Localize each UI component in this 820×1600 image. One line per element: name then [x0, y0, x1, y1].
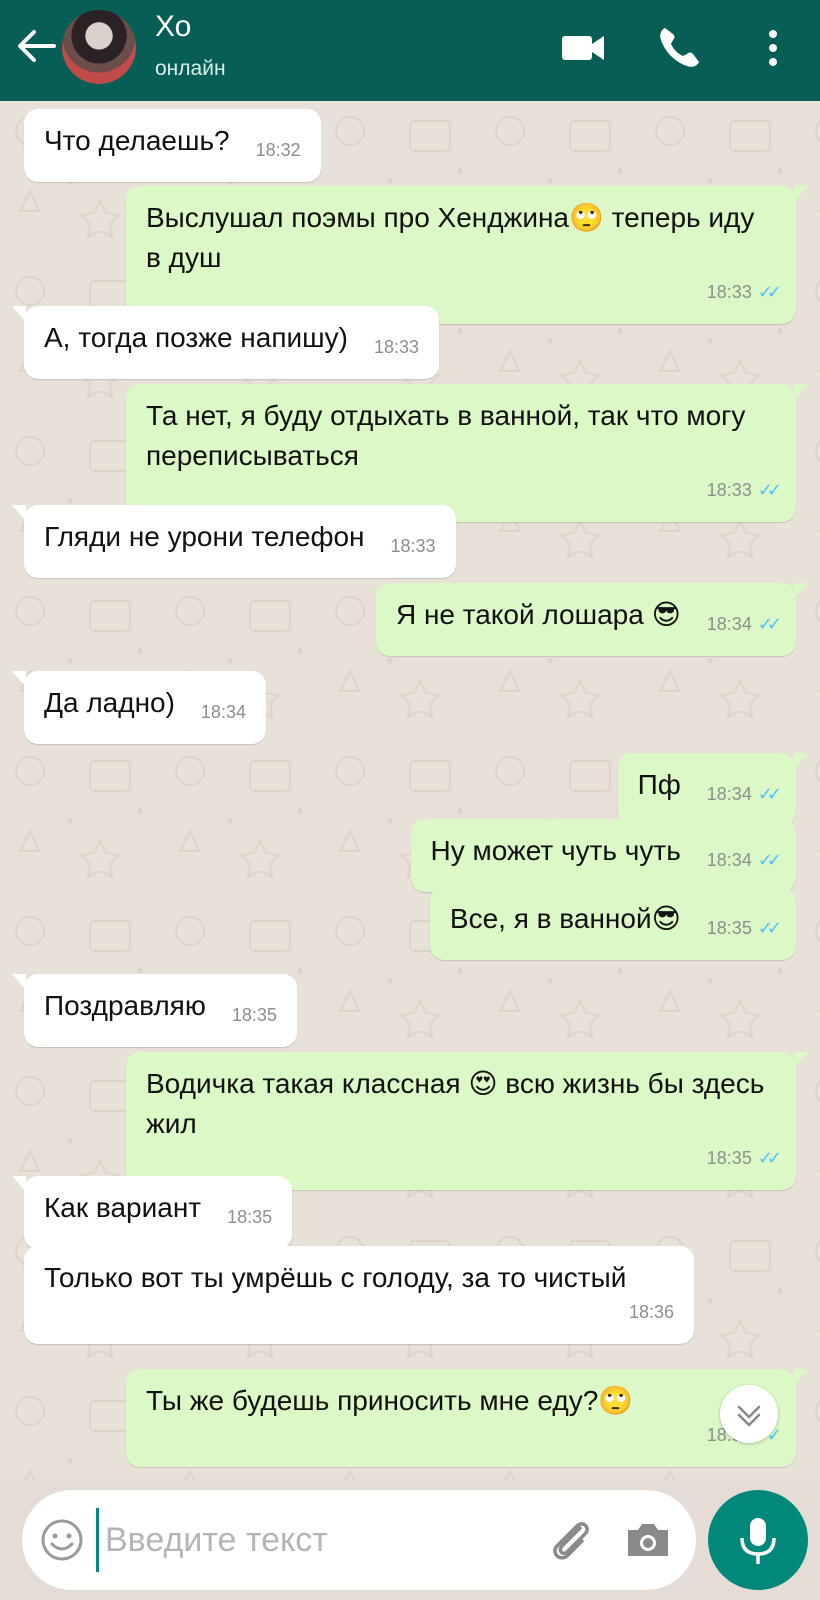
message-text: Все, я в ванной😎 — [449, 903, 681, 934]
message-text: Да ладно) — [44, 687, 175, 718]
message-time: 18:35 — [227, 1207, 273, 1227]
message-outgoing[interactable]: Я не такой лошара 😎 18:34 ✓✓ — [375, 583, 809, 656]
message-time: 18:32 — [255, 140, 301, 160]
message-incoming[interactable]: Как вариант 18:35 — [11, 1176, 293, 1249]
message-text: Та нет, я буду отдыхать в ванной, так чт… — [146, 400, 746, 471]
read-ticks-icon: ✓✓ — [757, 918, 782, 938]
emoji-icon[interactable] — [38, 1516, 86, 1564]
read-ticks-icon: ✓✓ — [757, 1148, 782, 1168]
message-time: 18:33 — [373, 337, 419, 357]
microphone-icon — [740, 1518, 776, 1564]
arrow-left-icon[interactable] — [14, 24, 58, 68]
read-ticks-icon: ✓✓ — [757, 784, 782, 804]
read-ticks-icon: ✓✓ — [757, 850, 782, 870]
message-outgoing[interactable]: Водичка такая классная 😍 всю жизнь бы зд… — [126, 1052, 808, 1190]
message-outgoing[interactable]: Все, я в ванной😎 18:35 ✓✓ — [429, 887, 796, 960]
message-text: Водичка такая классная 😍 всю жизнь бы зд… — [146, 1068, 765, 1139]
contact-name[interactable]: Хо — [155, 10, 191, 44]
chat-header: Хо онлайн — [0, 0, 820, 101]
message-text: Ты же будешь приносить мне еду?🙄 — [146, 1385, 634, 1416]
message-text: Как вариант — [44, 1192, 202, 1223]
video-call-icon[interactable] — [560, 24, 608, 72]
message-input[interactable] — [96, 1508, 536, 1572]
message-text: Ну может чуть чуть — [430, 835, 681, 866]
message-time: 18:33 — [706, 282, 752, 302]
message-outgoing[interactable]: Ты же будешь приносить мне еду?🙄 18:36✓✓ — [126, 1369, 808, 1467]
message-time: 18:34 — [706, 850, 752, 870]
message-time: 18:35 — [231, 1005, 277, 1025]
message-outgoing[interactable]: Пф 18:34 ✓✓ — [617, 753, 809, 826]
avatar[interactable] — [62, 10, 136, 84]
message-text: Что делаешь? — [44, 125, 230, 156]
phone-icon[interactable] — [655, 24, 703, 72]
message-text: А, тогда позже напишу) — [44, 322, 348, 353]
message-outgoing[interactable]: Выслушал поэмы про Хенджина🙄 теперь иду … — [126, 186, 808, 324]
more-vertical-icon[interactable] — [758, 24, 788, 72]
message-incoming[interactable]: А, тогда позже напишу) 18:33 — [12, 306, 439, 379]
scroll-down-button[interactable] — [720, 1385, 778, 1443]
message-time: 18:35 — [706, 918, 752, 938]
read-ticks-icon: ✓✓ — [757, 614, 782, 634]
message-text: Я не такой лошара 😎 — [395, 599, 681, 630]
read-ticks-icon: ✓✓ — [757, 480, 782, 500]
message-text: Выслушал поэмы про Хенджина🙄 теперь иду … — [146, 202, 755, 273]
mic-button[interactable] — [708, 1490, 808, 1590]
message-incoming[interactable]: Гляди не урони телефон 18:33 — [12, 505, 456, 578]
message-time: 18:36 — [628, 1302, 674, 1322]
message-text: Гляди не урони телефон — [44, 521, 365, 552]
message-outgoing[interactable]: Ну может чуть чуть 18:34 ✓✓ — [410, 819, 796, 892]
message-text: Пф — [637, 769, 681, 800]
message-time: 18:34 — [706, 614, 752, 634]
message-text: Поздравляю — [44, 990, 206, 1021]
message-time: 18:33 — [706, 480, 752, 500]
contact-status: онлайн — [155, 57, 226, 80]
chat-area[interactable]: Что делаешь? 18:32 Выслушал поэмы про Хен… — [0, 101, 820, 1481]
message-composer — [22, 1490, 696, 1590]
message-incoming[interactable]: Только вот ты умрёшь с голоду, за то чис… — [24, 1246, 694, 1344]
paperclip-icon[interactable] — [542, 1512, 598, 1568]
message-outgoing[interactable]: Та нет, я буду отдыхать в ванной, так чт… — [126, 384, 808, 522]
camera-icon[interactable] — [622, 1514, 674, 1566]
message-time: 18:34 — [706, 784, 752, 804]
message-text: Только вот ты умрёшь с голоду, за то чис… — [44, 1262, 627, 1293]
message-incoming[interactable]: Поздравляю 18:35 — [12, 974, 297, 1047]
message-time: 18:34 — [200, 702, 246, 722]
message-incoming[interactable]: Да ладно) 18:34 — [12, 671, 266, 744]
message-incoming[interactable]: Что делаешь? 18:32 — [24, 109, 321, 182]
chevron-down-icon — [737, 1405, 761, 1427]
message-time: 18:33 — [390, 536, 436, 556]
message-time: 18:35 — [706, 1148, 752, 1168]
read-ticks-icon: ✓✓ — [757, 282, 782, 302]
